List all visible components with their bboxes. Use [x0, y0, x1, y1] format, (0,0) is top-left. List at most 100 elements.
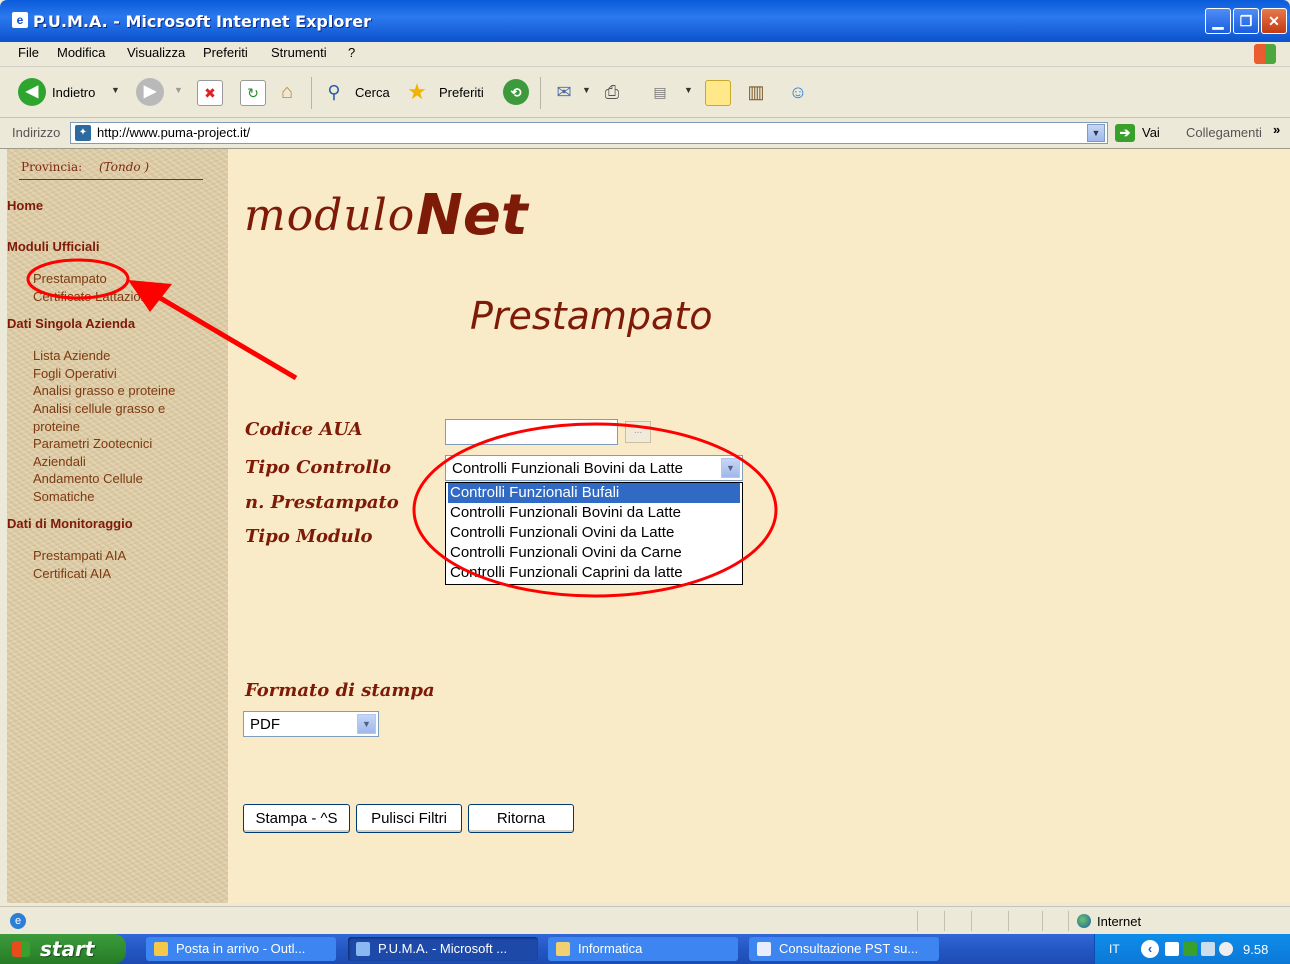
- sidebar-section-moduli-ufficiali: Moduli Ufficiali: [7, 239, 100, 254]
- taskbar-item-informatica[interactable]: Informatica: [548, 937, 738, 961]
- dropdown-option-bufali[interactable]: Controlli Funzionali Bufali: [448, 483, 740, 503]
- favorites-star-icon[interactable]: ★: [405, 80, 429, 104]
- ie-page-icon: [356, 942, 370, 956]
- network-icon[interactable]: [1165, 942, 1179, 956]
- pulisci-filtri-button[interactable]: Pulisci Filtri: [356, 804, 462, 833]
- ritorna-button[interactable]: Ritorna: [468, 804, 574, 833]
- sidebar-item-prestampati-aia[interactable]: Prestampati AIA: [33, 547, 203, 565]
- dropdown-option-ovini-latte[interactable]: Controlli Funzionali Ovini da Latte: [448, 523, 740, 543]
- stop-icon[interactable]: ✖: [197, 80, 223, 106]
- sidebar-item-analisi-grasso-proteine[interactable]: Analisi grasso e proteine: [33, 382, 203, 400]
- print-icon[interactable]: ⎙: [600, 80, 624, 104]
- taskbar-item-puma[interactable]: P.U.M.A. - Microsoft ...: [348, 937, 538, 961]
- history-icon[interactable]: ⟲: [503, 79, 529, 105]
- back-label[interactable]: Indietro: [52, 85, 95, 100]
- address-url[interactable]: http://www.puma-project.it/: [97, 125, 250, 140]
- tray-expand-icon[interactable]: ‹: [1141, 940, 1159, 958]
- links-label[interactable]: Collegamenti: [1186, 125, 1262, 140]
- back-dropdown-icon[interactable]: ▼: [111, 85, 120, 95]
- sidebar-item-andamento-cellule[interactable]: Andamento Cellule Somatiche: [33, 470, 163, 505]
- sidebar-item-fogli-operativi[interactable]: Fogli Operativi: [33, 365, 203, 383]
- menu-file[interactable]: File: [18, 45, 39, 60]
- address-input[interactable]: ✦ http://www.puma-project.it/ ▼: [70, 122, 1108, 144]
- taskbar: start Posta in arrivo - Outl... P.U.M.A.…: [0, 934, 1290, 964]
- mail-icon[interactable]: ✉: [552, 80, 576, 104]
- divider: [1008, 911, 1009, 931]
- search-icon[interactable]: ⚲: [322, 80, 346, 104]
- close-button[interactable]: ✕: [1261, 8, 1287, 34]
- antivirus-icon[interactable]: [1183, 942, 1197, 956]
- dropdown-option-ovini-carne[interactable]: Controlli Funzionali Ovini da Carne: [448, 543, 740, 563]
- monitor-icon[interactable]: [1201, 942, 1215, 956]
- minimize-button[interactable]: ▁: [1205, 8, 1231, 34]
- tipo-controllo-select[interactable]: Controlli Funzionali Bovini da Latte ▼: [445, 455, 743, 481]
- language-indicator[interactable]: IT: [1109, 942, 1120, 956]
- taskbar-item-label: Informatica: [578, 941, 643, 956]
- tipo-controllo-dropdown-list: Controlli Funzionali Bufali Controlli Fu…: [445, 482, 743, 585]
- sidebar-home[interactable]: Home: [7, 198, 43, 213]
- refresh-icon[interactable]: ↻: [240, 80, 266, 106]
- favorites-label[interactable]: Preferiti: [439, 85, 484, 100]
- status-bar: e Internet: [0, 906, 1290, 935]
- volume-icon[interactable]: [1219, 942, 1233, 956]
- toolbar: ◀ Indietro ▼ ▶ ▼ ✖ ↻ ⌂ ⚲ Cerca ★ Preferi…: [0, 67, 1290, 118]
- taskbar-item-word[interactable]: Consultazione PST su...: [749, 937, 939, 961]
- stampa-button[interactable]: Stampa - ^S: [243, 804, 350, 833]
- divider: [944, 911, 945, 931]
- ie-page-icon: e: [12, 12, 28, 28]
- sidebar: Provincia: (Tondo ) Home Moduli Ufficial…: [7, 149, 228, 903]
- dropdown-option-caprini-latte[interactable]: Controlli Funzionali Caprini da latte: [448, 563, 740, 583]
- tipo-controllo-label: Tipo Controllo: [245, 457, 391, 478]
- messenger-icon[interactable]: ☺: [786, 80, 810, 104]
- discuss-icon[interactable]: [705, 80, 731, 106]
- search-label[interactable]: Cerca: [355, 85, 390, 100]
- sidebar-item-lista-aziende[interactable]: Lista Aziende: [33, 347, 203, 365]
- sidebar-item-certificati-aia[interactable]: Certificati AIA: [33, 565, 203, 583]
- forward-arrow-icon[interactable]: ▶: [136, 78, 164, 106]
- address-dropdown-icon[interactable]: ▼: [1087, 124, 1105, 142]
- sidebar-item-analisi-cellule[interactable]: Analisi cellule grasso e proteine: [33, 400, 183, 435]
- links-chevron-icon[interactable]: »: [1273, 122, 1280, 137]
- dropdown-option-bovini-latte[interactable]: Controlli Funzionali Bovini da Latte: [448, 503, 740, 523]
- provincia-value: (Tondo ): [99, 160, 150, 174]
- mail-dropdown-icon[interactable]: ▼: [582, 85, 591, 95]
- taskbar-item-outlook[interactable]: Posta in arrivo - Outl...: [146, 937, 336, 961]
- go-button[interactable]: Vai: [1142, 125, 1160, 140]
- edit-icon[interactable]: ▤: [648, 80, 672, 104]
- edit-dropdown-icon[interactable]: ▼: [684, 85, 693, 95]
- sidebar-item-prestampato[interactable]: Prestampato: [33, 270, 203, 288]
- forward-dropdown-icon[interactable]: ▼: [174, 85, 183, 95]
- home-icon[interactable]: ⌂: [275, 80, 299, 104]
- sidebar-item-parametri-zootecnici[interactable]: Parametri Zootecnici Aziendali: [33, 435, 168, 470]
- codice-aua-input[interactable]: [445, 419, 618, 445]
- go-arrow-icon[interactable]: ➔: [1115, 124, 1135, 142]
- menu-visualizza[interactable]: Visualizza: [127, 45, 185, 60]
- maximize-button[interactable]: ❐: [1233, 8, 1259, 34]
- back-arrow-icon[interactable]: ◀: [18, 78, 46, 106]
- toolbar-separator: [311, 77, 312, 109]
- research-icon[interactable]: ▥: [744, 80, 768, 104]
- menu-strumenti[interactable]: Strumenti: [271, 45, 327, 60]
- taskbar-item-label: Posta in arrivo - Outl...: [176, 941, 306, 956]
- chevron-down-icon[interactable]: ▼: [721, 458, 740, 478]
- menu-preferiti[interactable]: Preferiti: [203, 45, 248, 60]
- taskbar-item-label: Consultazione PST su...: [779, 941, 919, 956]
- codice-aua-label: Codice AUA: [245, 419, 363, 440]
- menu-help[interactable]: ?: [348, 45, 355, 60]
- chevron-down-icon[interactable]: ▼: [357, 714, 376, 734]
- logo-modulo: modulo: [244, 190, 416, 241]
- window-title-bar[interactable]: e P.U.M.A. - Microsoft Internet Explorer…: [0, 0, 1290, 42]
- menu-modifica[interactable]: Modifica: [57, 45, 105, 60]
- provincia-label: Provincia:: [21, 160, 83, 174]
- formato-stampa-selected: PDF: [250, 716, 280, 733]
- codice-aua-lookup-button[interactable]: ...: [625, 421, 651, 443]
- divider: [1042, 911, 1043, 931]
- system-tray: IT ‹ 9.58: [1094, 934, 1290, 964]
- formato-stampa-select[interactable]: PDF ▼: [243, 711, 379, 737]
- start-button[interactable]: start: [0, 934, 126, 964]
- outlook-icon: [154, 942, 168, 956]
- address-label: Indirizzo: [12, 125, 61, 140]
- divider: [1068, 911, 1069, 931]
- sidebar-item-certificato-lattazione[interactable]: Certificato Lattazione: [33, 288, 203, 306]
- page-title: Prestampato: [470, 294, 713, 338]
